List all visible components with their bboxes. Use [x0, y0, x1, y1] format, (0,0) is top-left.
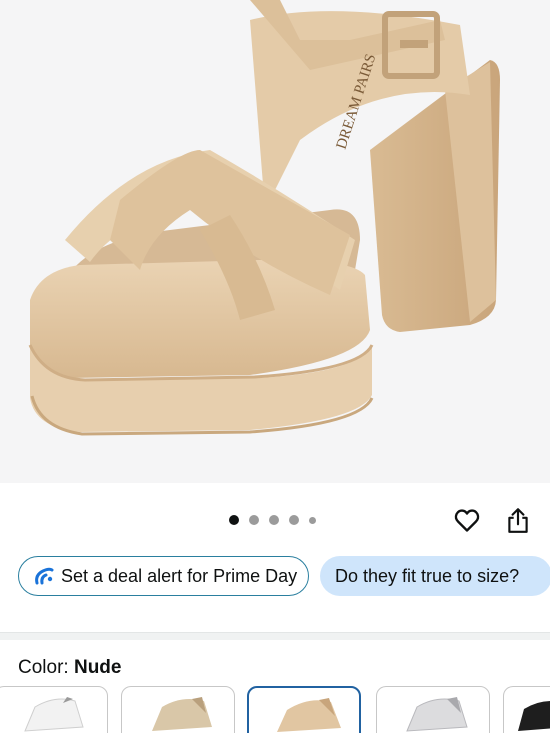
color-swatches [0, 686, 550, 733]
pager-dot[interactable] [309, 516, 316, 524]
deal-alert-button[interactable]: Set a deal alert for Prime Day [18, 556, 309, 596]
swatch-white[interactable] [0, 686, 108, 733]
pager-dot[interactable] [289, 515, 299, 525]
product-image[interactable]: DREAM PAIRS [0, 0, 550, 483]
alert-icon [33, 566, 55, 586]
color-label: Color: [18, 657, 74, 678]
color-selection-label: Color: Nude [18, 657, 121, 679]
color-value: Nude [73, 657, 122, 678]
swatch-champagne[interactable] [121, 686, 235, 733]
swatch-black[interactable] [503, 686, 550, 733]
pager-dot[interactable] [229, 515, 239, 525]
fit-question-button[interactable]: Do they fit true to size? [320, 556, 550, 596]
sandal-illustration: DREAM PAIRS [28, 0, 500, 436]
share-icon[interactable] [505, 506, 531, 534]
swatch-nude[interactable] [247, 686, 361, 733]
heart-icon[interactable] [453, 506, 481, 534]
image-pager[interactable] [229, 514, 316, 526]
swatch-silver[interactable] [376, 686, 490, 733]
fit-question-label: Do they fit true to size? [335, 565, 520, 586]
deal-alert-label: Set a deal alert for Prime Day [61, 565, 298, 586]
section-divider [0, 632, 550, 640]
pager-dot[interactable] [249, 515, 259, 525]
pager-dot[interactable] [269, 515, 279, 525]
